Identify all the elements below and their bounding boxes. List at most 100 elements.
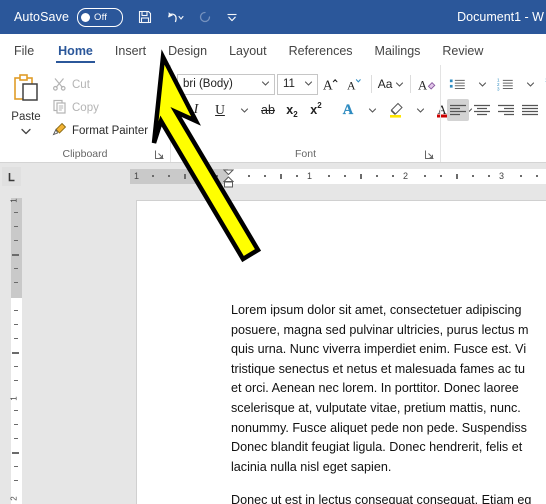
- paste-button[interactable]: Paste: [0, 69, 52, 146]
- grow-font-button[interactable]: A: [320, 73, 342, 95]
- align-right-button[interactable]: [495, 99, 517, 121]
- ruler-number-3: 3: [499, 171, 505, 181]
- font-group-title: Font: [171, 146, 440, 162]
- paste-dropdown-chevron-icon[interactable]: [19, 123, 33, 141]
- font-name-value: bri (Body): [183, 78, 233, 90]
- svg-text:3: 3: [497, 86, 500, 91]
- document-body-text[interactable]: Lorem ipsum dolor sit amet, consectetuer…: [231, 301, 546, 504]
- ruler-strip: 1 1 2 3: [130, 169, 546, 188]
- change-case-chevron-down-icon[interactable]: [395, 75, 404, 93]
- svg-text:A: A: [418, 78, 428, 92]
- align-left-button[interactable]: [447, 99, 469, 121]
- text-line: quis urna. Nunc viverra imperdiet enim. …: [231, 342, 527, 357]
- italic-label: I: [193, 102, 199, 117]
- cut-button[interactable]: Cut: [52, 75, 152, 95]
- subscript-button[interactable]: x2: [281, 99, 303, 121]
- paste-label: Paste: [11, 111, 41, 123]
- ribbon-tabs: File Home Insert Design Layout Reference…: [0, 34, 546, 65]
- tab-review[interactable]: Review: [431, 44, 494, 64]
- ribbon-group-font: bri (Body) 11 A A Aa A I U ab x 2 x 2 A …: [170, 65, 472, 162]
- italic-button[interactable]: I: [185, 99, 207, 121]
- paragraph-2: Donec ut est in lectus consequat consequ…: [231, 491, 546, 504]
- highlight-chevron-down-icon[interactable]: [409, 99, 431, 121]
- underline-button[interactable]: U: [209, 99, 231, 121]
- font-dialog-launcher-icon[interactable]: [424, 149, 435, 160]
- justify-button[interactable]: [519, 99, 541, 121]
- font-name-chevron-down-icon[interactable]: [257, 78, 274, 90]
- font-size-value: 11: [283, 78, 295, 90]
- text-line: scelerisque at, vulputate vitae, pretium…: [231, 400, 521, 415]
- tab-mailings-label: Mailings: [374, 44, 421, 58]
- tab-insert[interactable]: Insert: [104, 44, 157, 64]
- text-line: lacinia nulla nisl eget sapien.: [231, 459, 392, 474]
- superscript-button[interactable]: x2: [305, 99, 327, 121]
- paragraph-row-1: 1 2 3 1 a i: [441, 71, 546, 97]
- tab-mailings[interactable]: Mailings: [364, 44, 432, 64]
- format-painter-button[interactable]: Format Painter: [52, 121, 152, 141]
- copy-button[interactable]: Copy: [52, 98, 152, 118]
- clear-formatting-button[interactable]: A: [416, 73, 440, 95]
- change-case-label: Aa: [377, 77, 393, 91]
- superscript-label: x: [310, 103, 318, 117]
- font-size-chevron-down-icon[interactable]: [300, 78, 317, 90]
- tab-design-label: Design: [168, 44, 208, 58]
- tab-design[interactable]: Design: [157, 44, 218, 64]
- text-effects-button[interactable]: A: [337, 99, 359, 121]
- paragraph-1: Lorem ipsum dolor sit amet, consectetuer…: [231, 301, 546, 477]
- align-center-button[interactable]: [471, 99, 493, 121]
- tab-selector-button[interactable]: [2, 167, 21, 186]
- strikethrough-label: ab: [261, 103, 275, 117]
- change-case-button[interactable]: Aa: [377, 73, 405, 95]
- font-size-combo[interactable]: 11: [277, 73, 318, 95]
- tab-layout[interactable]: Layout: [218, 44, 278, 64]
- redo-icon[interactable]: [197, 9, 213, 25]
- save-icon[interactable]: [137, 9, 153, 25]
- text-line: Donec ut est in lectus consequat consequ…: [231, 493, 532, 504]
- clipboard-group-title: Clipboard: [0, 146, 170, 162]
- font-separator-2: [410, 75, 412, 93]
- bullets-chevron-down-icon[interactable]: [471, 73, 493, 95]
- numbering-button[interactable]: 1 2 3: [495, 73, 517, 95]
- tab-home-label: Home: [58, 44, 93, 58]
- copy-label: Copy: [72, 102, 99, 114]
- clipboard-dialog-launcher-icon[interactable]: [154, 149, 165, 160]
- text-line: Donec blandit feugiat ligula. Donec hend…: [231, 440, 523, 455]
- tab-file-label: File: [14, 44, 35, 58]
- customize-quick-access-icon[interactable]: [225, 10, 239, 24]
- document-area[interactable]: 1 1 2 Lorem ipsum dolor sit amet, consec…: [0, 190, 546, 504]
- font-name-combo[interactable]: bri (Body): [177, 73, 276, 95]
- shrink-font-button[interactable]: A: [344, 73, 366, 95]
- numbering-chevron-down-icon[interactable]: [519, 73, 541, 95]
- undo-icon[interactable]: [165, 9, 185, 25]
- document-page[interactable]: Lorem ipsum dolor sit amet, consectetuer…: [136, 200, 546, 504]
- tab-file[interactable]: File: [0, 44, 47, 64]
- svg-text:A: A: [347, 79, 356, 93]
- paragraph-row-2: [441, 97, 546, 123]
- ribbon-group-paragraph: 1 2 3 1 a i: [440, 65, 546, 162]
- vertical-ruler[interactable]: 1 1 2: [8, 190, 24, 504]
- font-row-2: I U ab x2 x2 A A: [171, 97, 472, 123]
- underline-dropdown-chevron-icon[interactable]: [233, 99, 255, 121]
- strikethrough-button[interactable]: ab: [257, 99, 279, 121]
- format-painter-icon: [52, 122, 67, 140]
- ruler-left-margin: [130, 169, 228, 184]
- autosave-state-label: Off: [94, 11, 108, 23]
- tab-references[interactable]: References: [278, 44, 364, 64]
- tab-insert-label: Insert: [114, 44, 147, 58]
- ruler-number-1: 1: [307, 171, 313, 181]
- text-line: et orci. Aenean nec lorem. In porttitor.…: [231, 381, 519, 396]
- text-line: nonummy. Fusce aliquet pede non pede. Su…: [231, 420, 527, 435]
- font-row-1: bri (Body) 11 A A Aa A: [171, 71, 440, 97]
- font-group-title-label: Font: [294, 148, 316, 160]
- subscript-label: x: [286, 103, 294, 117]
- autosave-toggle[interactable]: Off: [77, 7, 124, 27]
- text-highlight-color-button[interactable]: [385, 99, 407, 121]
- horizontal-ruler[interactable]: 1 1 2 3: [0, 163, 546, 192]
- bullets-button[interactable]: [447, 73, 469, 95]
- tab-home[interactable]: Home: [47, 44, 104, 64]
- text-effects-label: A: [342, 101, 354, 118]
- text-effects-chevron-down-icon[interactable]: [361, 99, 383, 121]
- ruler-number-2: 2: [403, 171, 409, 181]
- quick-access-toolbar: [137, 9, 239, 25]
- cut-label: Cut: [72, 79, 90, 91]
